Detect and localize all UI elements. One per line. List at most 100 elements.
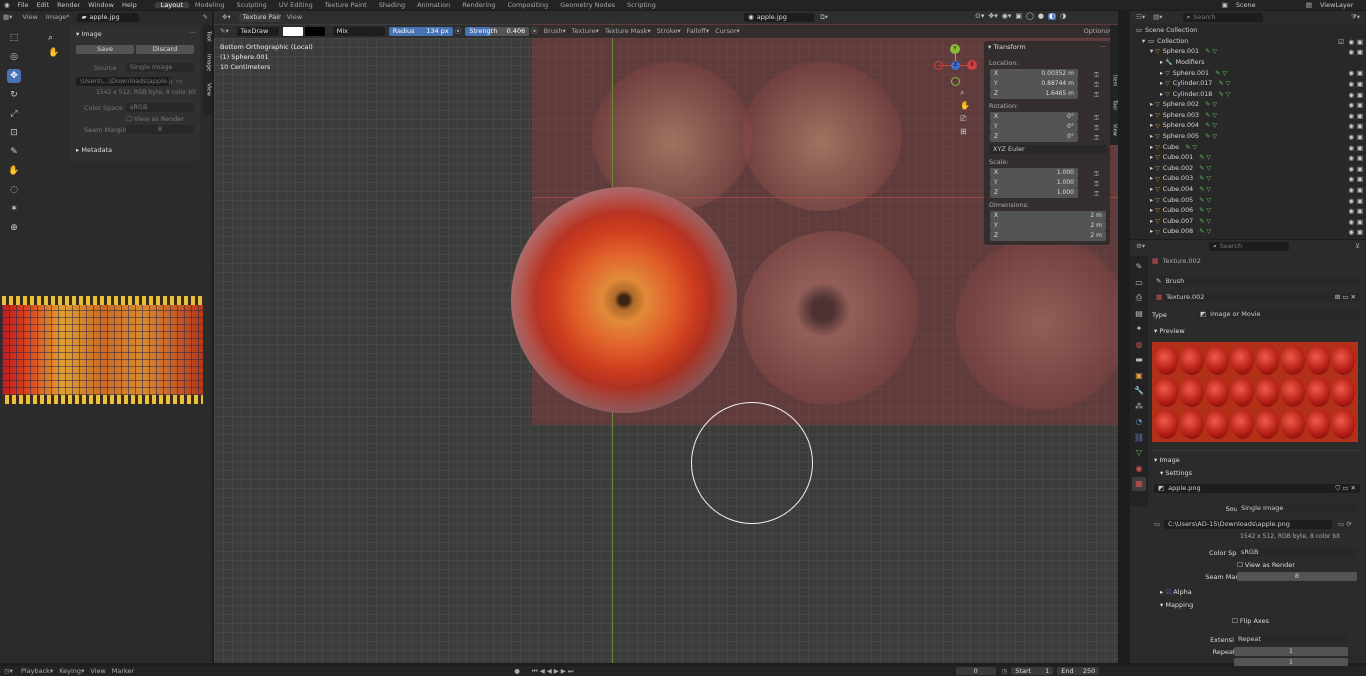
tab-tool[interactable]: Tool (1112, 100, 1118, 110)
tab-view[interactable]: View (205, 83, 211, 96)
navigation-gizmo[interactable]: Y X Z (934, 44, 978, 88)
eye-icon[interactable]: ◉ (1348, 92, 1354, 99)
settings-panel-title[interactable]: ▾ Settings (1160, 470, 1192, 477)
repeat-x-field[interactable]: 1 (1234, 647, 1348, 656)
folder-icon[interactable]: ▭ (176, 78, 182, 85)
start-frame-field[interactable]: Start 1 (1011, 666, 1054, 676)
color-swatch-white[interactable] (282, 27, 303, 36)
dimensions-z-field[interactable]: Z2 m (990, 231, 1106, 241)
properties-search[interactable]: ⌕ Search (1209, 242, 1290, 251)
outliner-item[interactable]: ▸ ▽ Cube.004 ✎ ▽ ◉ ▣ (1130, 185, 1366, 196)
outliner-item[interactable]: ▸ ▽ Sphere.005 ✎ ▽ ◉ ▣ (1130, 132, 1366, 143)
camera-icon[interactable]: ▣ (1357, 39, 1363, 46)
sample-tool-icon[interactable]: ⊕ (7, 221, 21, 235)
radius-pressure-icon[interactable]: ⦿ (455, 28, 462, 35)
expand-icon[interactable]: ▸ (1150, 197, 1153, 204)
datablock-actions-icon[interactable]: ⊞ ▭ ✕ (1335, 294, 1356, 301)
seam-margin-field[interactable]: 8 (126, 125, 194, 134)
rotation-y-field[interactable]: Y 0° (990, 122, 1078, 132)
expand-icon[interactable]: ▸ (1150, 144, 1153, 151)
eye-icon[interactable]: ◉ (1348, 113, 1354, 120)
outliner-item[interactable]: ▸ ▽ Cube.001 ✎ ▽ ◉ ▣ (1130, 153, 1366, 164)
eye-icon[interactable]: ◉ (1348, 102, 1354, 109)
texture-menu[interactable]: Texture▾ (572, 28, 599, 35)
outliner-item[interactable]: ▸ ▽ Cube.002 ✎ ▽ ◉ ▣ (1130, 164, 1366, 175)
wireframe-shading-icon[interactable]: ◯ (1026, 13, 1034, 20)
color-space-dropdown[interactable]: sRGB (1237, 548, 1357, 557)
end-frame-field[interactable]: End 250 (1057, 666, 1100, 676)
image-selector[interactable]: ▰ apple.jpg (77, 13, 140, 22)
camera-icon[interactable]: ▣ (1357, 155, 1363, 162)
hand-icon[interactable]: ✋ (48, 49, 59, 58)
material-shading-icon[interactable]: ◐ (1047, 13, 1057, 20)
pinch-tool-icon[interactable]: ✶ (7, 202, 21, 216)
marker-menu[interactable]: Marker (112, 668, 134, 675)
options-menu[interactable]: Options▾ (1084, 28, 1112, 35)
rotate-tool-icon[interactable]: ↻ (7, 88, 21, 102)
overlay-dropdown-icon[interactable]: ⧉▾ (820, 14, 828, 21)
tab-image[interactable]: Image (205, 54, 211, 71)
transform-panel-title[interactable]: ▾ Transform (988, 44, 1026, 51)
material-props-icon[interactable]: ◉ (1132, 462, 1146, 476)
particles-props-icon[interactable]: ⁂ (1132, 400, 1146, 414)
checkbox-icon[interactable]: ☑ (1338, 39, 1344, 46)
preview-panel-title[interactable]: ▾ Preview (1154, 328, 1185, 335)
camera-icon[interactable]: ▣ (1357, 113, 1363, 120)
gizmo-neg-x-handle[interactable] (934, 61, 943, 70)
select-tool-icon[interactable]: ⬚ (7, 31, 21, 45)
falloff-menu[interactable]: Falloff▾ (687, 28, 709, 35)
output-props-icon[interactable]: ⎙ (1132, 291, 1146, 305)
eye-icon[interactable]: ◉ (1348, 166, 1354, 173)
location-lock-icons[interactable]: ⚿ ⚿ ⚿ (1094, 70, 1099, 100)
expand-icon[interactable]: ▸ (1150, 176, 1153, 183)
pack-icon[interactable]: ▭ (1154, 521, 1160, 528)
brush-context-dropdown[interactable]: ✎ Brush (1152, 277, 1360, 286)
workspace-tab-layout[interactable]: Layout (154, 2, 189, 9)
panel-menu-icon[interactable]: ··· (190, 30, 196, 37)
scale-y-field[interactable]: Y 1.000 (990, 178, 1078, 188)
color-space-dropdown[interactable]: sRGB (126, 103, 194, 112)
workspace-tab-compositing[interactable]: Compositing (501, 2, 554, 9)
image-actions-icon[interactable]: ⛉ ▭ ✕ (1335, 485, 1356, 492)
data-props-icon[interactable]: ▽ (1132, 446, 1146, 460)
annotate-tool-icon[interactable]: ✎ (7, 145, 21, 159)
gizmo-y-handle[interactable]: Y (950, 44, 960, 54)
outliner-item[interactable]: ▸ 🔧 Modifiers (1130, 58, 1366, 69)
radius-field[interactable]: Radius 134 px (388, 27, 453, 36)
eye-icon[interactable]: ◉ (1348, 123, 1354, 130)
eye-icon[interactable]: ◉ (1348, 187, 1354, 194)
xray-toggle-icon[interactable]: ▣ (1015, 13, 1022, 20)
view-menu[interactable]: View (287, 14, 302, 21)
type-dropdown[interactable]: ◩ Image or Movie (1196, 310, 1360, 319)
strength-field[interactable]: Strength 0.406 (465, 27, 530, 36)
eye-icon[interactable]: ◉ (1348, 145, 1354, 152)
pin-icon[interactable]: ⊻ (1355, 243, 1360, 250)
mode-dropdown[interactable]: Texture Paint (238, 13, 281, 22)
playback-controls[interactable]: ⏮◀◀▶▶⏭ (532, 668, 576, 675)
view-layer-selector[interactable]: ViewLayer (1316, 2, 1366, 9)
gizmo-z-handle[interactable]: Z (951, 61, 960, 70)
tool-props-icon[interactable]: ✎ (1132, 260, 1146, 274)
location-y-field[interactable]: Y 0.88744 m (990, 79, 1078, 89)
image-menu[interactable]: Image* (46, 14, 70, 21)
workspace-tab-uv-editing[interactable]: UV Editing (273, 2, 319, 9)
eye-icon[interactable]: ◉ (1348, 81, 1354, 88)
camera-icon[interactable]: ▣ (1357, 198, 1363, 205)
metadata-panel[interactable]: ▸ Metadata (76, 147, 112, 154)
rendered-shading-icon[interactable]: ◑ (1060, 13, 1066, 20)
menu-window[interactable]: Window (84, 2, 118, 9)
expand-icon[interactable]: ▸ (1160, 80, 1163, 87)
location-x-field[interactable]: X 0.00352 m (990, 69, 1078, 79)
expand-icon[interactable]: ▸ (1150, 218, 1153, 225)
editor-type-icon[interactable]: ✥▾ (222, 14, 231, 21)
workspace-tab-scripting[interactable]: Scripting (621, 2, 662, 9)
camera-icon[interactable]: ▣ (1357, 81, 1363, 88)
workspace-tab-shading[interactable]: Shading (373, 2, 411, 9)
seam-margin-field[interactable]: 8 (1237, 572, 1357, 581)
expand-icon[interactable]: ▸ (1150, 165, 1153, 172)
outliner-editor-icon[interactable]: ☷▾ (1136, 14, 1145, 21)
expand-icon[interactable]: ▸ (1150, 123, 1153, 130)
workspace-tab-modeling[interactable]: Modeling (189, 2, 231, 9)
camera-icon[interactable]: ▣ (1357, 187, 1363, 194)
camera-icon[interactable]: ▣ (1357, 123, 1363, 130)
